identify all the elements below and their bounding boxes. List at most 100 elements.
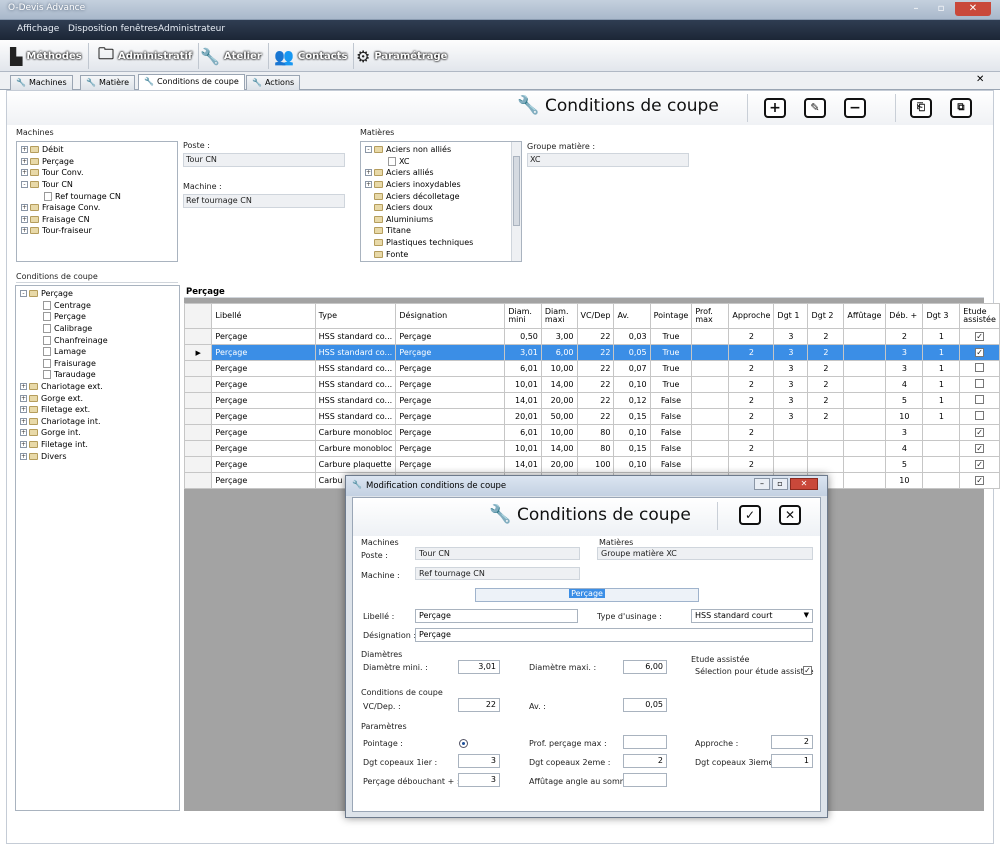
table-cell[interactable]: False [649, 440, 693, 457]
table-cell[interactable] [843, 472, 887, 489]
table-row[interactable]: ▶ Perçage HSS standard co... Perçage 3,01 6,0… [183, 344, 1000, 361]
table-cell[interactable]: 10 [885, 408, 924, 425]
table-cell[interactable]: HSS standard co... [314, 376, 397, 393]
checkbox[interactable]: ✓ [975, 332, 985, 341]
table-cell[interactable] [843, 392, 887, 409]
table-cell[interactable]: 3 [885, 344, 924, 361]
tree-node[interactable]: - Tour CN [21, 179, 177, 191]
maximize-button[interactable]: ▫ [930, 2, 952, 16]
table-cell[interactable]: 100 [576, 456, 615, 473]
tree-node[interactable]: + Gorge ext. [20, 392, 179, 404]
table-cell[interactable]: Carbure monobloc [314, 424, 397, 441]
conditions-grid[interactable]: Libellé Type Désignation Diam. mini Diam. ma… [183, 303, 1000, 489]
table-cell[interactable]: 22 [576, 392, 615, 409]
table-cell[interactable]: 1 [922, 344, 961, 361]
table-cell[interactable]: 3 [885, 424, 924, 441]
ribbon-parametrage-button[interactable]: ⚙ Paramétrage [350, 43, 453, 69]
expand-icon[interactable]: + [21, 204, 28, 212]
tree-node[interactable]: Aciers doux [365, 202, 521, 214]
close-tab-icon[interactable]: ✕ [976, 74, 984, 85]
table-cell[interactable] [773, 440, 809, 457]
table-cell[interactable]: 80 [576, 440, 615, 457]
etude-checkbox-cell[interactable]: ✓ [959, 456, 1000, 473]
table-cell[interactable]: 14,00 [540, 376, 578, 393]
table-cell[interactable]: 20,01 [504, 408, 542, 425]
table-cell[interactable]: 6,00 [540, 344, 578, 361]
tree-node[interactable]: + Aciers inoxydables [365, 179, 521, 191]
etude-checkbox-cell[interactable]: ✓ [959, 424, 1000, 441]
pointage-radio[interactable] [459, 739, 468, 748]
table-cell[interactable]: 3 [773, 360, 809, 377]
expand-icon[interactable]: + [21, 215, 28, 223]
matieres-scrollbar[interactable] [511, 142, 521, 261]
column-header[interactable]: Dgt 1 [773, 303, 809, 329]
column-header[interactable]: Pointage [649, 303, 693, 329]
table-cell[interactable]: 22 [576, 360, 615, 377]
column-header[interactable]: Etude assistée [959, 303, 1000, 329]
table-row[interactable]: Perçage Carbure monobloc Perçage 10,01 14,00… [183, 440, 1000, 457]
checkbox[interactable] [975, 379, 985, 388]
table-cell[interactable]: Carbure monobloc [314, 440, 397, 457]
table-cell[interactable]: 3 [773, 376, 809, 393]
table-cell[interactable]: Perçage [211, 408, 316, 425]
checkbox[interactable]: ✓ [975, 476, 985, 485]
table-cell[interactable]: Perçage [211, 328, 316, 345]
column-header[interactable]: Dgt 2 [807, 303, 845, 329]
export-button[interactable]: ⎗ [910, 98, 932, 118]
table-cell[interactable]: HSS standard co... [314, 360, 397, 377]
table-cell[interactable]: False [649, 424, 693, 441]
table-cell[interactable]: HSS standard co... [314, 408, 397, 425]
column-header[interactable]: VC/Dep [576, 303, 615, 329]
table-cell[interactable] [691, 360, 730, 377]
table-cell[interactable]: 2 [728, 344, 775, 361]
expand-icon[interactable]: + [21, 157, 28, 165]
table-cell[interactable]: 0,15 [613, 440, 651, 457]
table-cell[interactable]: HSS standard co... [314, 328, 397, 345]
table-cell[interactable]: 2 [807, 408, 845, 425]
table-cell[interactable]: 1 [922, 360, 961, 377]
checkbox[interactable]: ✓ [975, 428, 985, 437]
table-cell[interactable]: 2 [728, 424, 775, 441]
approche-input[interactable]: 2 [771, 735, 813, 749]
tree-node[interactable]: Plastiques techniques [365, 237, 521, 249]
etude-checkbox-cell[interactable]: ✓ [959, 472, 1000, 489]
table-cell[interactable]: 2 [807, 392, 845, 409]
copy-button[interactable]: ⧉ [950, 98, 972, 118]
table-cell[interactable]: 50,00 [540, 408, 578, 425]
vc-input[interactable]: 22 [458, 698, 500, 712]
ribbon-contacts-button[interactable]: 👥 Contacts [268, 43, 355, 69]
dialog-minimize-button[interactable]: – [754, 478, 770, 490]
table-cell[interactable]: 0,03 [613, 328, 651, 345]
tree-node[interactable]: + Tour-fraiseur [21, 225, 177, 237]
table-cell[interactable]: Perçage [211, 472, 316, 489]
dgt2-input[interactable]: 2 [623, 754, 667, 768]
table-cell[interactable] [691, 392, 730, 409]
tree-node[interactable]: + Chariotage ext. [20, 381, 179, 393]
table-cell[interactable]: False [649, 392, 693, 409]
table-cell[interactable]: Perçage [211, 424, 316, 441]
table-cell[interactable] [691, 344, 730, 361]
row-header[interactable] [183, 440, 213, 457]
table-cell[interactable] [843, 328, 887, 345]
table-cell[interactable]: 20,00 [540, 456, 578, 473]
table-cell[interactable]: 22 [576, 328, 615, 345]
table-row[interactable]: Perçage Carbure plaquette Perçage 14,01 20,0… [183, 456, 1000, 473]
table-cell[interactable]: 2 [728, 408, 775, 425]
row-header[interactable] [183, 360, 213, 377]
table-cell[interactable]: Carbure plaquette [314, 456, 397, 473]
table-cell[interactable]: Perçage [211, 376, 316, 393]
expand-icon[interactable]: + [21, 169, 28, 177]
table-cell[interactable] [922, 440, 961, 457]
etude-checkbox-cell[interactable]: ✓ [959, 344, 1000, 361]
tree-node[interactable]: + Filetage ext. [20, 404, 179, 416]
tree-node[interactable]: Centrage [20, 300, 179, 312]
table-cell[interactable] [843, 408, 887, 425]
table-cell[interactable]: True [649, 328, 693, 345]
row-header[interactable] [183, 456, 213, 473]
table-cell[interactable]: 3 [773, 328, 809, 345]
tree-node[interactable]: + Gorge int. [20, 427, 179, 439]
libelle-input[interactable]: Perçage [415, 609, 578, 623]
tab-actions[interactable]: 🔧 Actions [246, 75, 301, 90]
etude-checkbox-cell[interactable] [959, 392, 1000, 409]
checkbox[interactable]: ✓ [975, 460, 985, 469]
